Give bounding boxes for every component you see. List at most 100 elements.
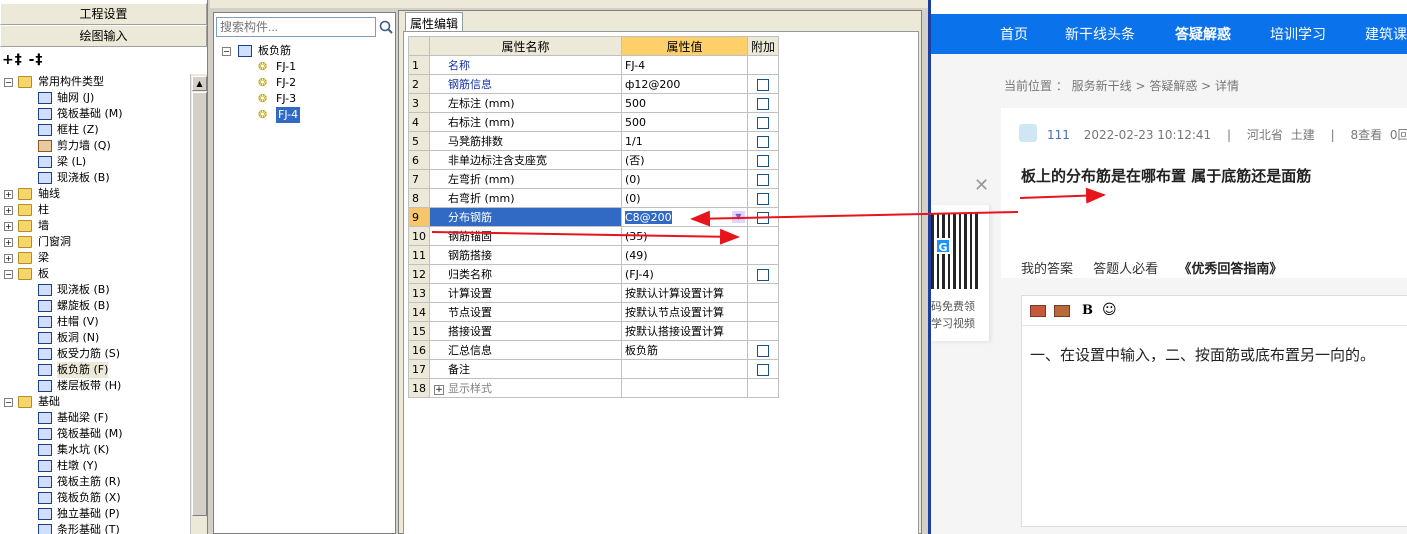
collapse-icon[interactable]: − xyxy=(4,270,13,279)
tree-node-raft-foundation2[interactable]: 筏板基础 (M) xyxy=(0,426,190,442)
property-value-cell[interactable]: 1/1 xyxy=(621,131,748,151)
table-row[interactable]: 1 名称 FJ-4 xyxy=(408,55,780,75)
tree-node-slab-hole[interactable]: 板洞 (N) xyxy=(0,330,190,346)
tree-node-strip-foundation[interactable]: 条形基础 (T) xyxy=(0,522,190,534)
tab-property-edit[interactable]: 属性编辑 xyxy=(405,12,464,31)
checkbox[interactable] xyxy=(757,135,769,148)
table-row[interactable]: 13 计算设置 按默认计算设置计算 xyxy=(408,283,780,303)
checkbox[interactable] xyxy=(757,344,769,357)
tree-node-slab-cast[interactable]: 现浇板 (B) xyxy=(0,282,190,298)
table-row[interactable]: 10 钢筋锚固 (35) xyxy=(408,226,780,246)
tree-node-raft-main-rebar[interactable]: 筏板主筋 (R) xyxy=(0,474,190,490)
tree-node-raft-neg-rebar[interactable]: 筏板负筋 (X) xyxy=(0,490,190,506)
project-settings-button[interactable]: 工程设置 xyxy=(0,3,207,25)
expand-collapse-tools[interactable]: +‡ -‡ xyxy=(2,52,43,68)
checkbox[interactable] xyxy=(757,97,769,110)
table-row[interactable]: 15 搭接设置 按默认搭接设置计算 xyxy=(408,321,780,341)
tree-scrollbar[interactable]: ▲ xyxy=(190,74,207,534)
component-root[interactable]: − 板负筋 xyxy=(214,43,394,59)
property-value-cell[interactable]: 按默认计算设置计算 xyxy=(621,283,748,303)
table-row[interactable]: 14 节点设置 按默认节点设置计算 xyxy=(408,302,780,322)
tree-node-slab-neg-rebar[interactable]: 板负筋 (F) xyxy=(0,362,190,378)
tree-node-axis-line[interactable]: + 轴线 xyxy=(0,186,190,202)
component-item[interactable]: ❂ FJ-1 xyxy=(214,59,394,75)
tree-node-slab-group[interactable]: − 板 xyxy=(0,266,190,282)
component-item[interactable]: ❂ FJ-3 xyxy=(214,91,394,107)
nav-courses[interactable]: 建筑课 xyxy=(1365,24,1407,44)
checkbox[interactable] xyxy=(757,192,769,205)
component-item[interactable]: ❂ FJ-2 xyxy=(214,75,394,91)
image-icon[interactable] xyxy=(1030,305,1046,317)
question-user[interactable]: 111 xyxy=(1047,128,1070,142)
tree-node-slab-rebar[interactable]: 板受力筋 (S) xyxy=(0,346,190,362)
checkbox[interactable] xyxy=(757,154,769,167)
tab-must-read[interactable]: 答题人必看 xyxy=(1093,262,1158,277)
tree-node-foundation-group[interactable]: − 基础 xyxy=(0,394,190,410)
close-icon[interactable]: ✕ xyxy=(974,175,989,196)
checkbox[interactable] xyxy=(757,211,769,224)
property-value-editor[interactable]: C8@200 xyxy=(625,210,672,224)
scroll-up-icon[interactable]: ▲ xyxy=(192,76,207,91)
property-value-cell[interactable]: 按默认搭接设置计算 xyxy=(621,321,748,341)
checkbox[interactable] xyxy=(757,173,769,186)
property-value-cell[interactable]: (0) xyxy=(621,188,748,208)
property-value-cell[interactable]: ф12@200 xyxy=(621,74,748,94)
checkbox[interactable] xyxy=(757,363,769,376)
property-value-cell[interactable]: (35) xyxy=(621,226,748,246)
search-icon[interactable] xyxy=(378,17,394,37)
tree-node-spiral-slab[interactable]: 螺旋板 (B) xyxy=(0,298,190,314)
tab-my-answer[interactable]: 我的答案 xyxy=(1021,262,1073,277)
answer-editor[interactable]: B ☺ 一、在设置中输入，二、按面筋或底布置另一向的。 xyxy=(1021,295,1407,527)
table-row[interactable]: 11 钢筋搭接 (49) xyxy=(408,245,780,265)
nav-home[interactable]: 首页 xyxy=(1000,24,1028,44)
answer-guide-link[interactable]: 《优秀回答指南》 xyxy=(1178,262,1282,277)
tree-node-foundation-beam[interactable]: 基础梁 (F) xyxy=(0,410,190,426)
tree-node-axis-grid[interactable]: 轴网 (J) xyxy=(0,90,190,106)
collapse-icon[interactable]: − xyxy=(4,398,13,407)
table-row[interactable]: 5 马凳筋排数 1/1 xyxy=(408,131,780,151)
property-value-cell[interactable]: 板负筋 xyxy=(621,340,748,360)
tree-node-pier[interactable]: 柱墩 (Y) xyxy=(0,458,190,474)
tree-node-common-types[interactable]: − 常用构件类型 xyxy=(0,74,190,90)
tree-node-column-cap[interactable]: 柱帽 (V) xyxy=(0,314,190,330)
nav-headlines[interactable]: 新干线头条 xyxy=(1065,24,1135,44)
tree-node-sump-pit[interactable]: 集水坑 (K) xyxy=(0,442,190,458)
tree-node-door-window[interactable]: + 门窗洞 xyxy=(0,234,190,250)
table-row[interactable]: 6 非单边标注含支座宽 (否) xyxy=(408,150,780,170)
table-row[interactable]: 7 左弯折 (mm) (0) xyxy=(408,169,780,189)
table-row[interactable]: 4 右标注 (mm) 500 xyxy=(408,112,780,132)
tree-node-frame-column[interactable]: 框柱 (Z) xyxy=(0,122,190,138)
dropdown-icon[interactable]: ▼ xyxy=(732,211,745,223)
property-value-cell[interactable]: (FJ-4) xyxy=(621,264,748,284)
collapse-icon[interactable]: − xyxy=(4,78,13,87)
tree-node-beam-group[interactable]: + 梁 xyxy=(0,250,190,266)
property-value-cell[interactable]: C8@200 ▼ xyxy=(621,207,748,227)
table-row[interactable]: 8 右弯折 (mm) (0) xyxy=(408,188,780,208)
expand-icon[interactable]: + xyxy=(4,254,13,263)
property-value-cell[interactable]: 500 xyxy=(621,93,748,113)
tree-node-cast-slab[interactable]: 现浇板 (B) xyxy=(0,170,190,186)
search-input[interactable] xyxy=(216,17,376,37)
property-value-cell[interactable]: (0) xyxy=(621,169,748,189)
checkbox[interactable] xyxy=(757,268,769,281)
property-value-cell[interactable]: 500 xyxy=(621,112,748,132)
table-row[interactable]: 9 分布钢筋 C8@200 ▼ xyxy=(408,207,780,227)
tree-node-column[interactable]: + 柱 xyxy=(0,202,190,218)
table-row[interactable]: 17 备注 xyxy=(408,359,780,379)
checkbox[interactable] xyxy=(757,78,769,91)
editor-content[interactable]: 一、在设置中输入，二、按面筋或底布置另一向的。 xyxy=(1030,344,1375,365)
property-value-cell[interactable]: FJ-4 xyxy=(621,55,748,75)
property-value-cell[interactable] xyxy=(621,378,748,398)
expand-icon[interactable]: + xyxy=(434,385,444,395)
tree-node-raft-foundation[interactable]: 筏板基础 (M) xyxy=(0,106,190,122)
expand-icon[interactable]: + xyxy=(4,190,13,199)
table-row[interactable]: 12 归类名称 (FJ-4) xyxy=(408,264,780,284)
property-value-cell[interactable] xyxy=(621,359,748,379)
nav-training[interactable]: 培训学习 xyxy=(1270,24,1326,44)
table-row[interactable]: 2 钢筋信息 ф12@200 xyxy=(408,74,780,94)
property-value-cell[interactable]: (49) xyxy=(621,245,748,265)
tree-node-beam[interactable]: 梁 (L) xyxy=(0,154,190,170)
table-row[interactable]: 16 汇总信息 板负筋 xyxy=(408,340,780,360)
property-value-cell[interactable]: 按默认节点设置计算 xyxy=(621,302,748,322)
bold-button[interactable]: B xyxy=(1082,303,1093,318)
